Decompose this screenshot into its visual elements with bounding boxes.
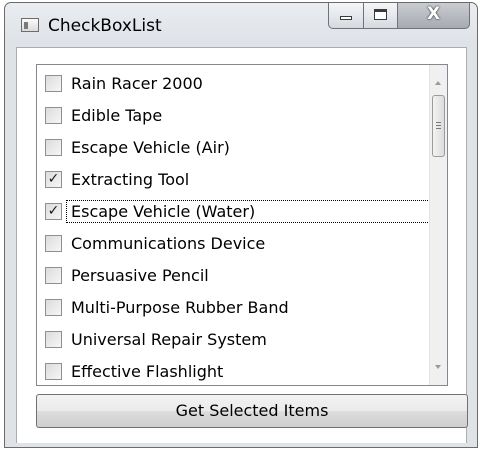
list-item[interactable]: Rain Racer 2000: [37, 69, 427, 101]
item-label: Communications Device: [71, 234, 266, 253]
list-item[interactable]: Persuasive Pencil: [37, 261, 427, 293]
item-label: Extracting Tool: [71, 170, 190, 189]
item-label: Persuasive Pencil: [71, 266, 209, 285]
scroll-up-arrow-icon[interactable]: [435, 81, 441, 85]
list-item[interactable]: Universal Repair System: [37, 325, 427, 357]
minimize-button[interactable]: [328, 3, 364, 29]
item-label: Universal Repair System: [71, 330, 267, 349]
list-item[interactable]: Edible Tape: [37, 101, 427, 133]
item-checkbox[interactable]: [45, 107, 62, 124]
caption-buttons: X: [328, 3, 470, 30]
list-item[interactable]: Effective Flashlight: [37, 357, 427, 389]
close-button[interactable]: X: [398, 3, 470, 29]
item-checkbox[interactable]: ✓: [45, 171, 62, 188]
checkbox-list[interactable]: Rain Racer 2000 Edible Tape Escape Vehic…: [36, 64, 448, 386]
list-item[interactable]: ✓ Extracting Tool: [37, 165, 427, 197]
item-checkbox[interactable]: [45, 75, 62, 92]
window-title: CheckBoxList: [48, 16, 162, 36]
window-app-icon[interactable]: [21, 18, 39, 32]
list-item-focused[interactable]: ✓ Escape Vehicle (Water): [37, 197, 430, 229]
vertical-scrollbar[interactable]: [429, 65, 447, 385]
thumb-grip-icon: [436, 122, 441, 129]
item-label: Effective Flashlight: [71, 362, 224, 381]
list-items: Rain Racer 2000 Edible Tape Escape Vehic…: [37, 69, 430, 389]
item-label: Rain Racer 2000: [71, 74, 203, 93]
item-checkbox[interactable]: [45, 363, 62, 380]
maximize-icon: [374, 9, 387, 20]
item-checkbox[interactable]: [45, 331, 62, 348]
client-area: Rain Racer 2000 Edible Tape Escape Vehic…: [16, 47, 468, 443]
item-checkbox[interactable]: [45, 235, 62, 252]
item-label: Edible Tape: [71, 106, 163, 125]
item-checkbox[interactable]: ✓: [45, 203, 62, 220]
scrollbar-thumb[interactable]: [432, 95, 445, 157]
checkboxlist-window: CheckBoxList X Rain Racer 2000 Edible Ta…: [4, 2, 478, 448]
scroll-down-arrow-icon[interactable]: [435, 365, 441, 369]
item-label: Escape Vehicle (Air): [71, 138, 230, 157]
title-bar[interactable]: CheckBoxList X: [5, 3, 477, 47]
close-icon: X: [426, 4, 441, 24]
minimize-icon: [340, 16, 352, 20]
list-item[interactable]: Multi-Purpose Rubber Band: [37, 293, 427, 325]
item-checkbox[interactable]: [45, 267, 62, 284]
item-checkbox[interactable]: [45, 139, 62, 156]
item-checkbox[interactable]: [45, 299, 62, 316]
list-item[interactable]: Communications Device: [37, 229, 427, 261]
maximize-button[interactable]: [364, 3, 398, 29]
list-item[interactable]: Escape Vehicle (Air): [37, 133, 427, 165]
item-label: Multi-Purpose Rubber Band: [71, 298, 289, 317]
get-selected-items-button[interactable]: Get Selected Items: [36, 394, 468, 428]
item-label: Escape Vehicle (Water): [66, 200, 430, 223]
